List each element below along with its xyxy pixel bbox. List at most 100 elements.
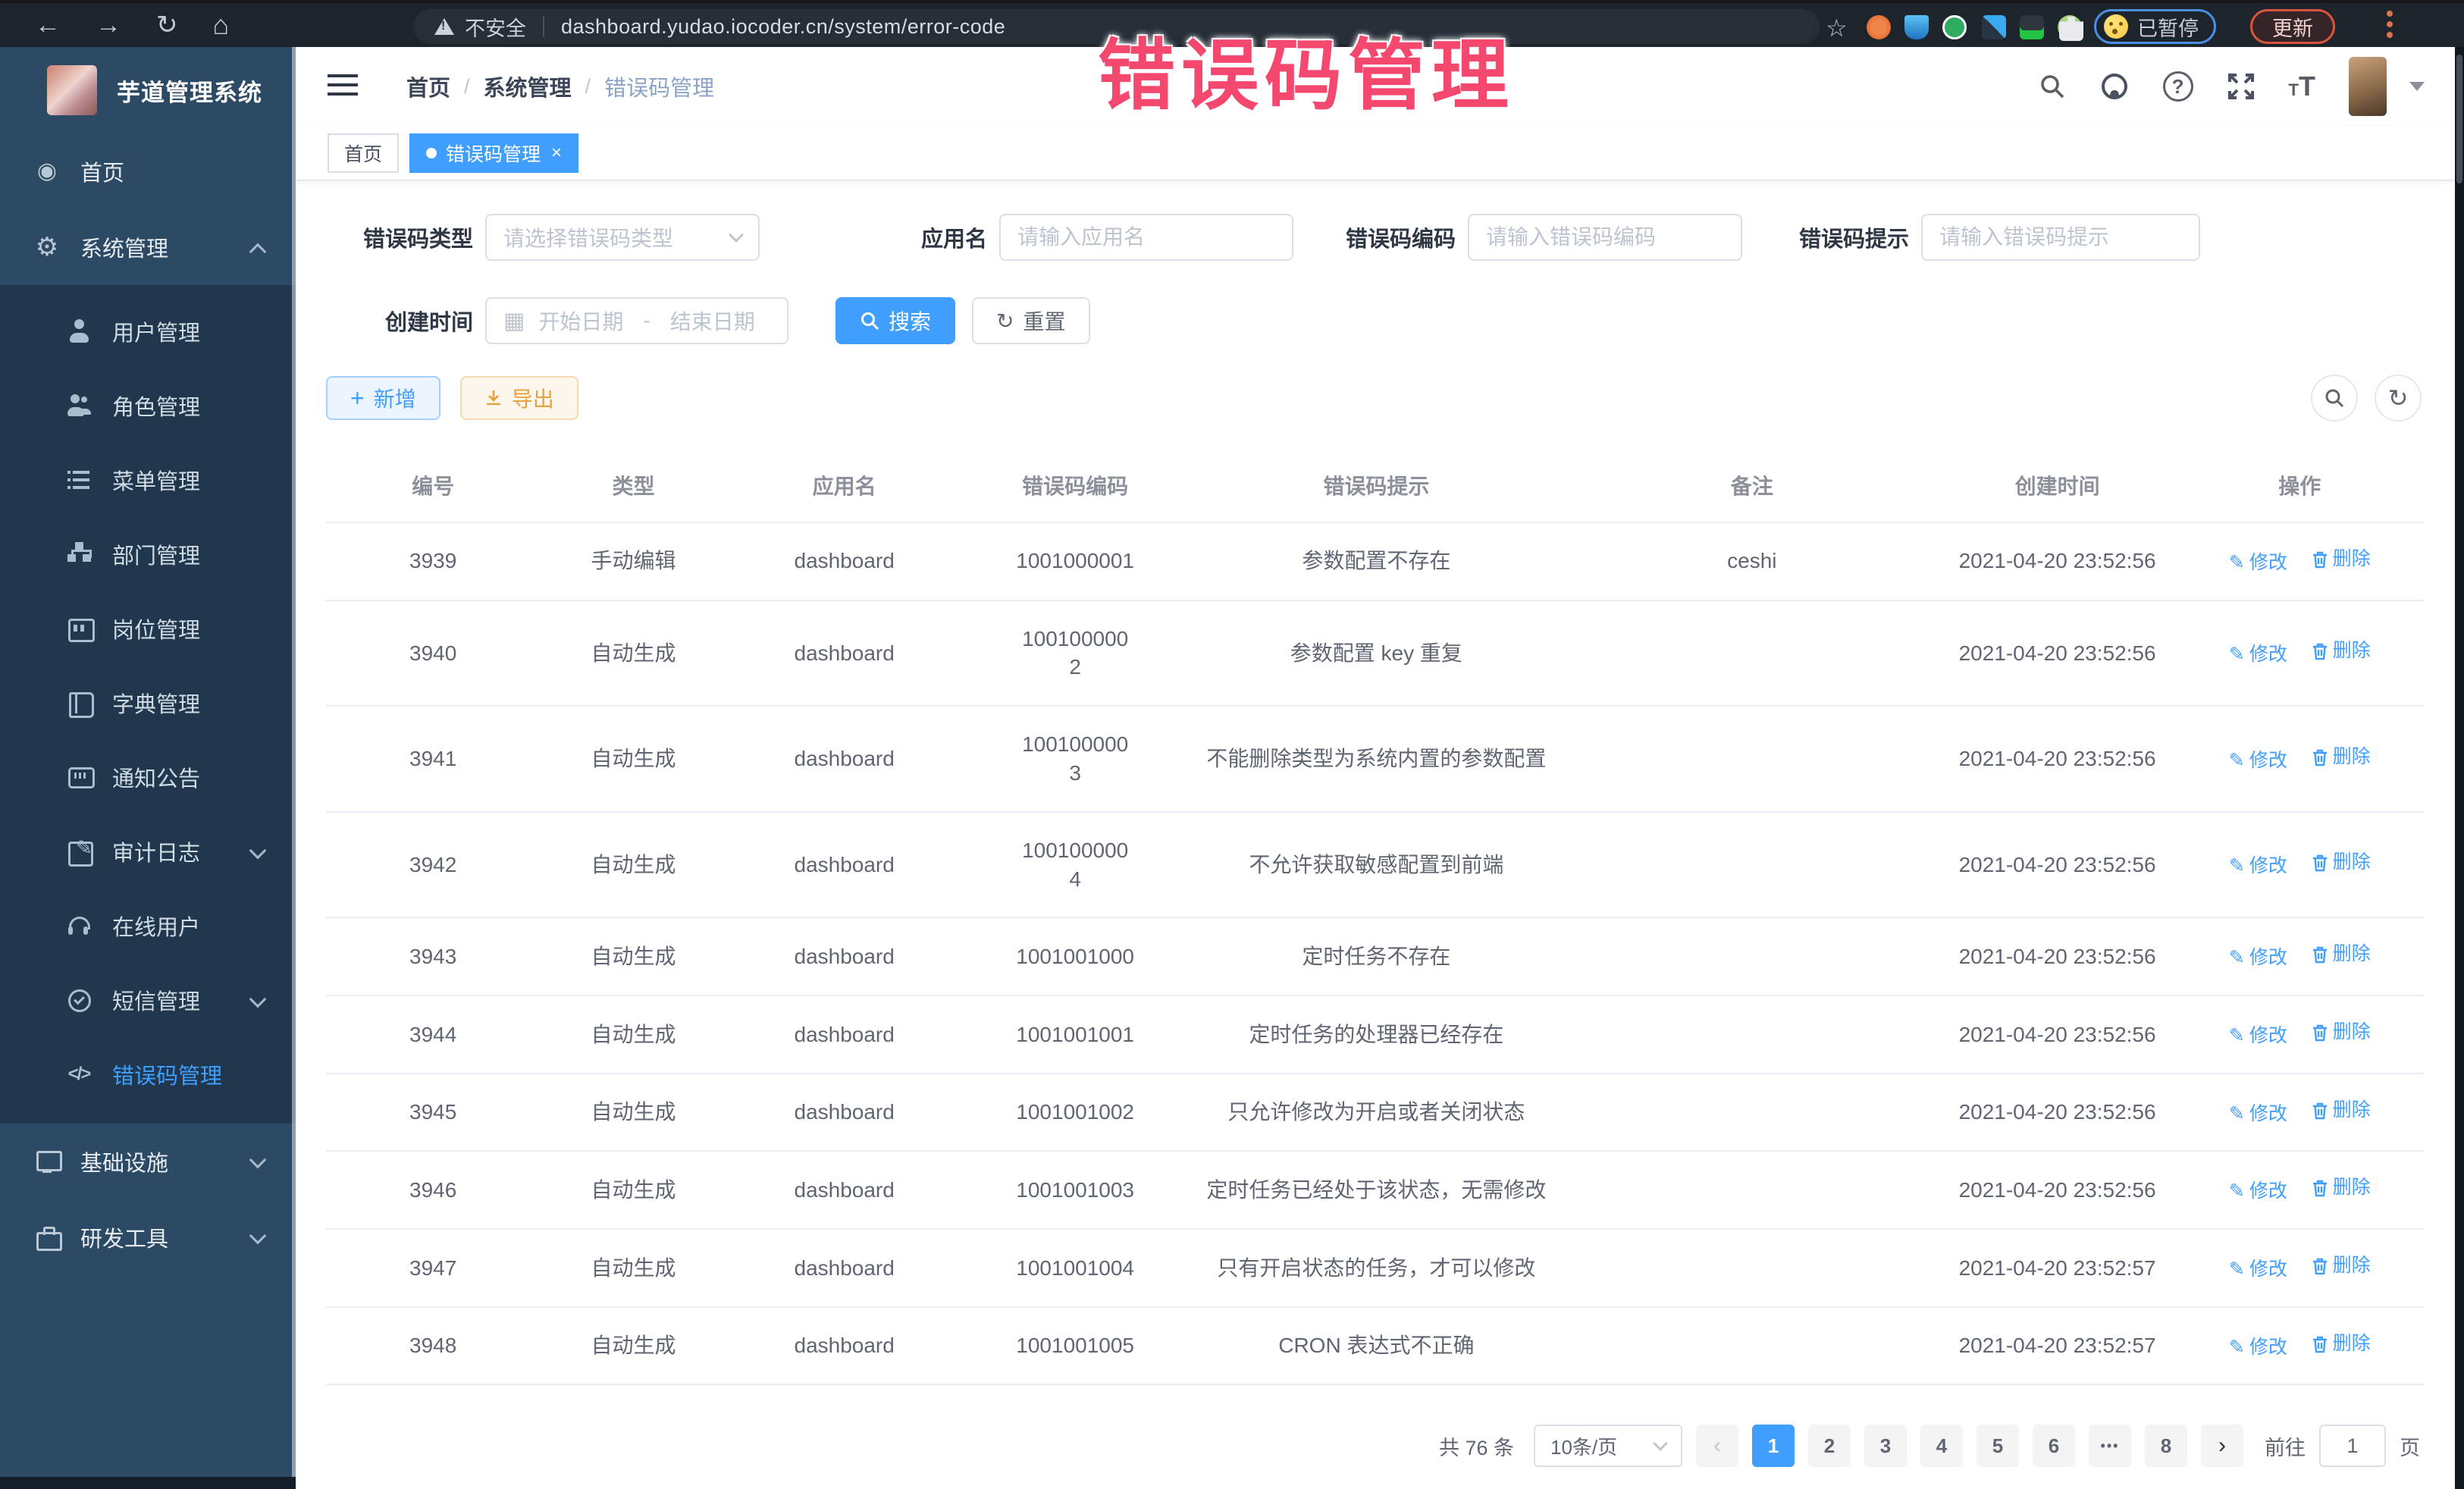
question-icon[interactable]: ?: [2163, 71, 2193, 102]
bookmark-star-icon[interactable]: ☆: [1826, 14, 1848, 42]
avatar[interactable]: [2349, 57, 2387, 116]
table-row: 3939 手动编辑 dashboard 1001000001 参数配置不存在 c…: [326, 522, 2425, 600]
col-code: 错误码编码: [962, 449, 1189, 522]
page-button-6[interactable]: 6: [2033, 1425, 2075, 1467]
sidebar-item-dictionary[interactable]: 字典管理: [0, 666, 296, 740]
sidebar-item-error-codes[interactable]: 错误码管理: [0, 1037, 296, 1111]
delete-link[interactable]: 删除: [2312, 1253, 2371, 1279]
extension-icon-orange[interactable]: [1867, 15, 1891, 39]
caret-down-icon[interactable]: [2409, 82, 2425, 91]
reset-button[interactable]: ↻ 重置: [972, 297, 1089, 344]
search-icon[interactable]: [2039, 73, 2066, 100]
sidebar-item-home[interactable]: 首页: [0, 133, 296, 209]
page-button-5[interactable]: 5: [1977, 1425, 2019, 1467]
home-icon[interactable]: ⌂: [213, 11, 230, 39]
paused-extension-pill[interactable]: 已暂停: [2094, 9, 2216, 44]
app-name-input-wrap: [999, 214, 1293, 261]
sidebar-item-audit-logs[interactable]: 审计日志: [0, 814, 296, 889]
table-search-toggle-icon[interactable]: [2311, 375, 2358, 422]
delete-link[interactable]: 删除: [2312, 942, 2371, 967]
breadcrumb-system[interactable]: 系统管理: [484, 71, 572, 102]
logo-row[interactable]: 芋道管理系统: [0, 47, 296, 133]
sidebar-item-infrastructure[interactable]: 基础设施: [0, 1124, 296, 1199]
cell-type: 自动生成: [540, 995, 726, 1074]
goto-page-input[interactable]: [2319, 1425, 2386, 1467]
sidebar-item-departments[interactable]: 部门管理: [0, 517, 296, 591]
table-refresh-icon[interactable]: ↻: [2375, 375, 2422, 422]
extension-icon-green-y[interactable]: [1942, 15, 1967, 39]
page-button-3[interactable]: 3: [1864, 1425, 1907, 1467]
sidebar-item-system[interactable]: 系统管理: [0, 209, 296, 285]
sidebar-item-positions[interactable]: 岗位管理: [0, 591, 296, 666]
sidebar-item-menus[interactable]: 菜单管理: [0, 443, 296, 517]
edit-link[interactable]: ✎ 修改: [2229, 1023, 2287, 1049]
page-button-4[interactable]: 4: [1920, 1425, 1963, 1467]
page-button-1[interactable]: 1: [1752, 1425, 1795, 1467]
scrollbar-thumb[interactable]: [2456, 55, 2462, 183]
sidebar-item-sms[interactable]: 短信管理: [0, 963, 296, 1037]
sidebar-item-notices[interactable]: 通知公告: [0, 740, 296, 814]
edit-link[interactable]: ✎ 修改: [2229, 550, 2287, 576]
paused-label: 已暂停: [2137, 12, 2199, 42]
export-button[interactable]: 导出: [460, 376, 578, 420]
extension-icon-blue-gem[interactable]: [1904, 15, 1929, 39]
github-icon[interactable]: [2099, 71, 2130, 102]
edit-link[interactable]: ✎ 修改: [2229, 748, 2287, 774]
update-button[interactable]: 更新: [2250, 9, 2335, 44]
delete-link[interactable]: 删除: [2312, 547, 2371, 572]
browser-menu-dots-icon[interactable]: [2387, 11, 2393, 17]
delete-link[interactable]: 删除: [2312, 1020, 2371, 1045]
error-msg-input[interactable]: [1939, 225, 2182, 249]
delete-link[interactable]: 删除: [2312, 850, 2371, 876]
prev-page-button[interactable]: ‹: [1696, 1425, 1738, 1467]
reload-icon[interactable]: ↻: [156, 12, 178, 38]
extension-icon-on-badge[interactable]: [2020, 15, 2044, 39]
fullscreen-icon[interactable]: [2227, 72, 2256, 101]
add-button[interactable]: + 新增: [326, 376, 440, 420]
error-type-select[interactable]: 请选择错误码类型: [485, 214, 760, 261]
url-text[interactable]: dashboard.yudao.iocoder.cn/system/error-…: [561, 15, 1005, 39]
page-button-8[interactable]: 8: [2145, 1425, 2187, 1467]
close-icon[interactable]: ×: [551, 143, 562, 164]
next-page-button[interactable]: ›: [2201, 1425, 2243, 1467]
sidebar-item-dev-tools[interactable]: 研发工具: [0, 1199, 296, 1275]
app-name-input[interactable]: [1017, 225, 1275, 249]
edit-link[interactable]: ✎ 修改: [2229, 1335, 2287, 1361]
delete-link[interactable]: 删除: [2312, 1175, 2371, 1201]
tag-home[interactable]: 首页: [328, 133, 399, 173]
tag-error-codes[interactable]: 错误码管理 ×: [409, 133, 578, 173]
header-icons: ? TT: [2039, 47, 2425, 126]
cell-code: 100100000 2: [962, 600, 1189, 707]
cell-app: dashboard: [727, 600, 962, 707]
page-ellipsis[interactable]: •••: [2089, 1425, 2131, 1467]
delete-link[interactable]: 删除: [2312, 1098, 2371, 1124]
edit-link[interactable]: ✎ 修改: [2229, 1257, 2287, 1283]
sidebar-item-roles[interactable]: 角色管理: [0, 368, 296, 443]
delete-link[interactable]: 删除: [2312, 744, 2371, 770]
cell-code: 1001001000: [962, 917, 1189, 995]
sidebar-scrollbar[interactable]: [292, 47, 296, 1489]
delete-link[interactable]: 删除: [2312, 1331, 2371, 1357]
edit-link[interactable]: ✎ 修改: [2229, 945, 2287, 971]
error-code-input[interactable]: [1486, 225, 1724, 249]
window-scrollbar[interactable]: [2455, 47, 2464, 1489]
sidebar-item-online-users[interactable]: 在线用户: [0, 889, 296, 963]
hamburger-icon[interactable]: [328, 74, 358, 99]
edit-link[interactable]: ✎ 修改: [2229, 1179, 2287, 1205]
edit-link[interactable]: ✎ 修改: [2229, 642, 2287, 668]
forward-icon[interactable]: →: [96, 12, 121, 38]
page-size-select[interactable]: 10条/页: [1534, 1425, 1682, 1467]
extension-icon-squares[interactable]: [1982, 15, 2006, 39]
search-button[interactable]: 搜索: [835, 297, 955, 344]
edit-link[interactable]: ✎ 修改: [2229, 1102, 2287, 1127]
back-icon[interactable]: ←: [35, 12, 61, 38]
edit-link[interactable]: ✎ 修改: [2229, 854, 2287, 879]
date-range-picker[interactable]: ▦ 开始日期 - 结束日期: [485, 297, 788, 344]
breadcrumb-home[interactable]: 首页: [406, 71, 450, 102]
page-button-2[interactable]: 2: [1808, 1425, 1851, 1467]
sidebar-item-users[interactable]: 用户管理: [0, 294, 296, 368]
sidebar: 芋道管理系统 首页 系统管理 用户管理 角色管理 菜单管理 部门管理 岗位管理: [0, 47, 296, 1489]
font-size-icon[interactable]: TT: [2289, 71, 2315, 102]
security-label[interactable]: 不安全: [465, 12, 526, 42]
delete-link[interactable]: 删除: [2312, 638, 2371, 664]
